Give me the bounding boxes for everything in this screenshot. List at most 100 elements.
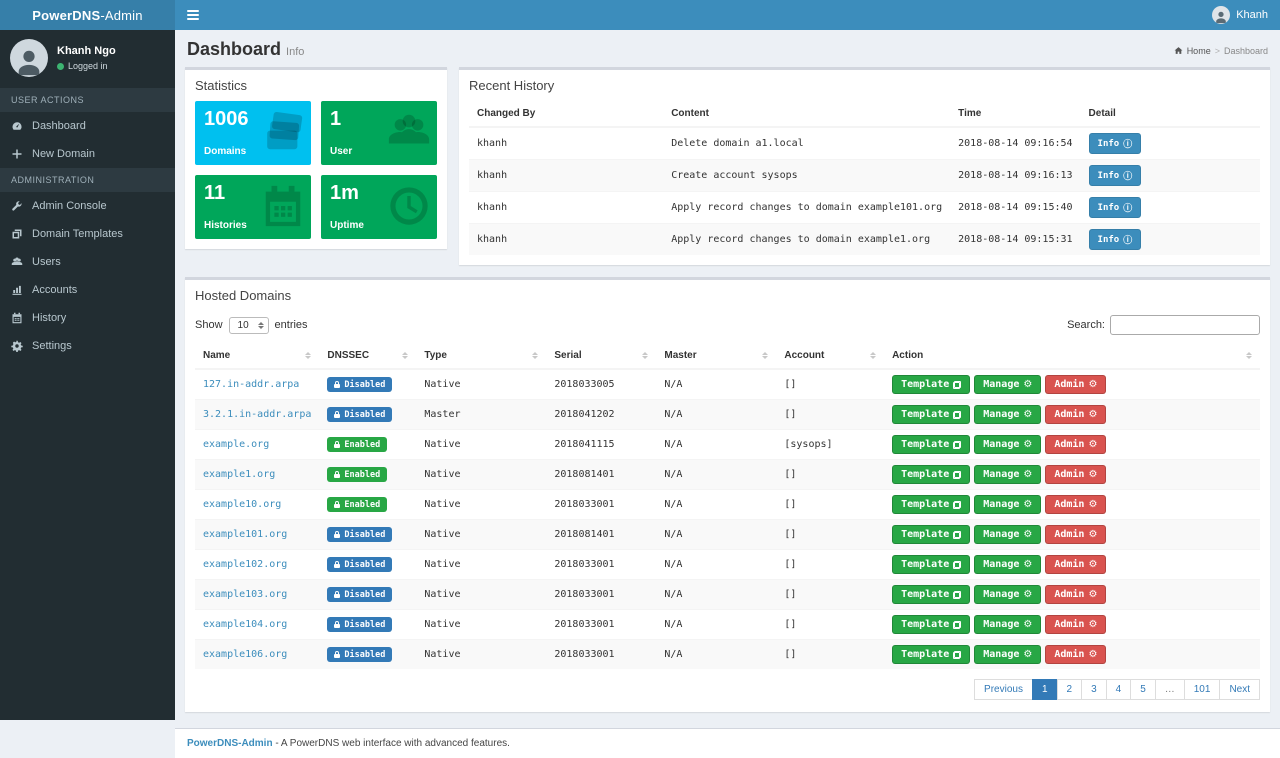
sidebar-item[interactable]: Admin Console <box>0 192 175 220</box>
domain-name-link[interactable]: example1.org <box>203 469 275 480</box>
sidebar-item[interactable]: ADMINISTRATION <box>0 168 175 192</box>
manage-button[interactable]: Manage⚙ <box>974 495 1041 514</box>
sort-icon <box>532 352 538 359</box>
page-button[interactable]: 4 <box>1106 679 1132 700</box>
hosted-domains-title: Hosted Domains <box>185 280 1270 311</box>
sidebar-item[interactable]: Dashboard <box>0 112 175 140</box>
manage-button[interactable]: Manage⚙ <box>974 525 1041 544</box>
admin-button[interactable]: Admin⚙ <box>1045 375 1106 394</box>
page-button[interactable]: 3 <box>1081 679 1107 700</box>
domain-name-link[interactable]: example103.org <box>203 589 287 600</box>
sidebar-item[interactable]: History <box>0 304 175 332</box>
sidebar-user-name: Khanh Ngo <box>57 45 116 57</box>
manage-button[interactable]: Manage⚙ <box>974 405 1041 424</box>
domain-name-link[interactable]: example10.org <box>203 499 281 510</box>
column-header[interactable]: Account <box>776 343 884 369</box>
stat-box[interactable]: 1 User <box>321 101 437 165</box>
hosted-domains-table: Name DNSSEC Type Serial Master Account <box>195 343 1260 669</box>
brand-logo[interactable]: PowerDNS-Admin <box>0 0 175 30</box>
sidebar-toggle-icon[interactable] <box>187 10 199 20</box>
admin-button[interactable]: Admin⚙ <box>1045 465 1106 484</box>
template-button[interactable]: Template <box>892 615 970 634</box>
footer-brand-link[interactable]: PowerDNS-Admin <box>187 738 273 749</box>
admin-button[interactable]: Admin⚙ <box>1045 585 1106 604</box>
template-button[interactable]: Template <box>892 435 970 454</box>
admin-button[interactable]: Admin⚙ <box>1045 525 1106 544</box>
manage-button[interactable]: Manage⚙ <box>974 555 1041 574</box>
stat-icon <box>386 183 432 229</box>
template-button[interactable]: Template <box>892 495 970 514</box>
sidebar-item[interactable]: Settings <box>0 332 175 360</box>
template-button[interactable]: Template <box>892 375 970 394</box>
domain-name-link[interactable]: 127.in-addr.arpa <box>203 379 299 390</box>
info-button[interactable]: Infoⓘ <box>1089 229 1142 250</box>
info-button[interactable]: Infoⓘ <box>1089 133 1142 154</box>
sidebar-item-label: Users <box>32 256 61 268</box>
gear-icon: ⚙ <box>1088 530 1097 540</box>
clone-icon <box>953 471 961 479</box>
column-header[interactable]: Serial <box>546 343 656 369</box>
manage-button[interactable]: Manage⚙ <box>974 645 1041 664</box>
domain-name-link[interactable]: example101.org <box>203 529 287 540</box>
gear-icon: ⚙ <box>1023 440 1032 450</box>
stat-box[interactable]: 1m Uptime <box>321 175 437 239</box>
template-button[interactable]: Template <box>892 465 970 484</box>
stat-box[interactable]: 11 Histories <box>195 175 311 239</box>
page-button[interactable]: 1 <box>1032 679 1058 700</box>
admin-button[interactable]: Admin⚙ <box>1045 645 1106 664</box>
admin-button[interactable]: Admin⚙ <box>1045 615 1106 634</box>
page-button[interactable]: Next <box>1219 679 1260 700</box>
admin-button[interactable]: Admin⚙ <box>1045 555 1106 574</box>
gear-icon: ⚙ <box>1023 410 1032 420</box>
column-header[interactable]: Type <box>416 343 546 369</box>
column-header[interactable]: Name <box>195 343 319 369</box>
template-button[interactable]: Template <box>892 585 970 604</box>
statistics-title: Statistics <box>185 70 447 101</box>
domain-name-link[interactable]: 3.2.1.in-addr.arpa <box>203 409 311 420</box>
manage-button[interactable]: Manage⚙ <box>974 585 1041 604</box>
page-button[interactable]: 2 <box>1057 679 1083 700</box>
template-button[interactable]: Template <box>892 555 970 574</box>
pagination: Previous 1 2 3 4 5 … 101 Next <box>195 669 1260 702</box>
domain-name-link[interactable]: example102.org <box>203 559 287 570</box>
navbar-user-menu[interactable]: Khanh <box>1212 6 1268 24</box>
sidebar-item[interactable]: Users <box>0 248 175 276</box>
page-button[interactable]: Previous <box>974 679 1033 700</box>
column-header[interactable]: Action <box>884 343 1260 369</box>
admin-button[interactable]: Admin⚙ <box>1045 405 1106 424</box>
column-header[interactable]: DNSSEC <box>319 343 416 369</box>
sidebar-item-icon <box>11 256 23 268</box>
domain-name-link[interactable]: example.org <box>203 439 269 450</box>
column-header[interactable]: Master <box>656 343 776 369</box>
dnssec-badge: Disabled <box>327 407 392 422</box>
admin-button[interactable]: Admin⚙ <box>1045 435 1106 454</box>
admin-button[interactable]: Admin⚙ <box>1045 495 1106 514</box>
manage-button[interactable]: Manage⚙ <box>974 435 1041 454</box>
page-button[interactable]: … <box>1155 679 1185 700</box>
serial-cell: 2018041202 <box>546 400 656 430</box>
gear-icon: ⚙ <box>1023 470 1032 480</box>
domain-name-link[interactable]: example106.org <box>203 649 287 660</box>
page-button[interactable]: 101 <box>1184 679 1221 700</box>
page-size-select[interactable]: 10 <box>229 317 269 334</box>
manage-button[interactable]: Manage⚙ <box>974 375 1041 394</box>
template-button[interactable]: Template <box>892 525 970 544</box>
stat-box[interactable]: 1006 Domains <box>195 101 311 165</box>
sidebar-item[interactable]: Accounts <box>0 276 175 304</box>
info-button[interactable]: Infoⓘ <box>1089 197 1142 218</box>
table-controls: Show 10 entries Search: <box>195 311 1260 343</box>
template-button[interactable]: Template <box>892 405 970 424</box>
sidebar-item[interactable]: Domain Templates <box>0 220 175 248</box>
page-button[interactable]: 5 <box>1130 679 1156 700</box>
sidebar-item[interactable]: USER ACTIONS <box>0 88 175 112</box>
gear-icon: ⚙ <box>1023 380 1032 390</box>
info-button[interactable]: Infoⓘ <box>1089 165 1142 186</box>
manage-button[interactable]: Manage⚙ <box>974 615 1041 634</box>
manage-button[interactable]: Manage⚙ <box>974 465 1041 484</box>
template-button[interactable]: Template <box>892 645 970 664</box>
search-input[interactable] <box>1110 315 1260 335</box>
domain-name-link[interactable]: example104.org <box>203 619 287 630</box>
top-navbar: PowerDNS-Admin Khanh <box>0 0 1280 30</box>
sidebar-item[interactable]: New Domain <box>0 140 175 168</box>
breadcrumb-home[interactable]: Home <box>1187 46 1211 56</box>
